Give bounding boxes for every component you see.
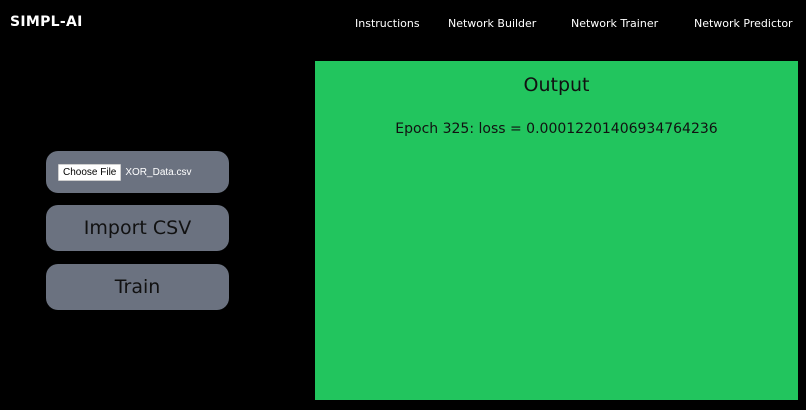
nav-network-builder[interactable]: Network Builder (448, 17, 536, 30)
selected-file-name: XOR_Data.csv (125, 166, 192, 178)
file-input-container: Choose File XOR_Data.csv (46, 151, 229, 193)
brand-logo[interactable]: SIMPL-AI (10, 14, 83, 30)
app-root: SIMPL-AI Instructions Network Builder Ne… (0, 0, 806, 410)
train-button[interactable]: Train (46, 264, 229, 310)
output-panel: Output Epoch 325: loss = 0.0001220140693… (315, 61, 798, 400)
nav-network-trainer[interactable]: Network Trainer (571, 17, 658, 30)
import-csv-button[interactable]: Import CSV (46, 205, 229, 251)
nav-instructions[interactable]: Instructions (355, 17, 420, 30)
output-message: Epoch 325: loss = 0.00012201406934764236 (395, 121, 718, 137)
choose-file-button[interactable]: Choose File (58, 163, 122, 181)
output-title: Output (523, 74, 590, 96)
nav-network-predictor[interactable]: Network Predictor (694, 17, 793, 30)
